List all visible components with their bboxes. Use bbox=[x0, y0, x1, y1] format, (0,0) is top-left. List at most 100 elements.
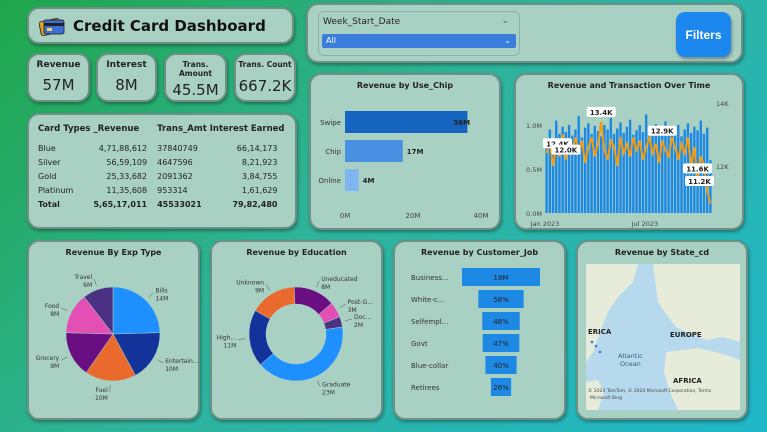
tick-label: 1.0M bbox=[526, 122, 542, 130]
data-label: 13.4K bbox=[590, 109, 613, 117]
map-label: AFRICA bbox=[673, 377, 702, 385]
kpi-trans-count: Trans. Count 667.2K bbox=[234, 53, 296, 102]
table-cell: 66,14,173 bbox=[236, 144, 278, 153]
state-map[interactable]: ERICA EUROPE Atlantic Ocean AFRICA © 202… bbox=[578, 242, 746, 418]
slice-label: High... bbox=[217, 334, 237, 341]
table-cell: Gold bbox=[38, 172, 57, 181]
slice-label: Doc... bbox=[354, 314, 371, 321]
table-cell: Platinum bbox=[38, 186, 74, 195]
leader-line bbox=[93, 279, 97, 286]
data-label: 58% bbox=[493, 296, 509, 304]
bar bbox=[619, 122, 622, 213]
category-label: Blue-collar bbox=[411, 362, 448, 370]
category-label: White-c... bbox=[411, 296, 444, 304]
kpi-trans-amount: Trans. Amount 45.5M bbox=[164, 53, 227, 102]
slice-value: 10M bbox=[165, 366, 178, 373]
title-card: Credit Card Dashboard bbox=[27, 7, 294, 44]
kpi-value: 667.2K bbox=[238, 77, 292, 95]
filters-button[interactable]: Filters bbox=[676, 12, 731, 57]
bar bbox=[638, 125, 641, 213]
data-label: 17M bbox=[407, 148, 424, 156]
category-label: Business... bbox=[411, 274, 449, 282]
data-label: 40% bbox=[493, 362, 509, 370]
bar bbox=[345, 140, 403, 162]
dashboard: Credit Card Dashboard Revenue 57M Intere… bbox=[0, 0, 767, 432]
use-chip-chart: Swipe 36M Chip 17M Online 4M 0M 20M 40M bbox=[318, 111, 488, 220]
column-header[interactable]: Trans_Amt bbox=[157, 124, 210, 144]
tick-label: 12K bbox=[716, 163, 729, 171]
data-table: Card Types _Revenue Trans_Amt Interest E… bbox=[38, 124, 287, 214]
table-cell: 4647596 bbox=[157, 158, 193, 167]
data-label: 36M bbox=[453, 119, 470, 127]
slice bbox=[248, 310, 274, 366]
bar bbox=[599, 136, 603, 213]
data-label: 26% bbox=[493, 384, 509, 392]
slicer-dropdown[interactable]: All ⌄ bbox=[322, 34, 516, 48]
table-cell: 25,33,682 bbox=[106, 172, 148, 181]
slice-label: Post-G... bbox=[348, 299, 373, 306]
table-cell: 45533021 bbox=[157, 200, 202, 209]
time-chart-card: Revenue and Transaction Over Time 1.0M 0.… bbox=[514, 73, 744, 230]
card-type-table: Card Types _Revenue Trans_Amt Interest E… bbox=[27, 113, 297, 229]
bar bbox=[616, 128, 619, 213]
leader-line bbox=[61, 356, 68, 361]
column-header[interactable]: Card Types bbox=[38, 124, 93, 144]
table-cell: 4,71,88,612 bbox=[98, 144, 148, 153]
table-row: Gold 25,33,682 2091362 3,84,755 bbox=[38, 172, 287, 186]
slicer-label: Week_Start_Date bbox=[323, 17, 401, 27]
slice-value: 10M bbox=[95, 395, 108, 402]
kpi-label: Interest bbox=[106, 60, 147, 70]
column-header[interactable]: _Revenue bbox=[93, 124, 157, 144]
table-total-row: Total 5,65,17,011 45533021 79,82,480 bbox=[38, 200, 287, 214]
slice-value: 6M bbox=[83, 282, 92, 289]
data-label: 11.2K bbox=[688, 178, 711, 186]
bar bbox=[641, 132, 645, 213]
bar bbox=[625, 126, 629, 213]
bar bbox=[651, 127, 654, 213]
table-cell: 2091362 bbox=[157, 172, 193, 181]
leader-line bbox=[339, 303, 346, 308]
map-label: Ocean bbox=[620, 360, 641, 368]
slice-label: Entertain... bbox=[165, 358, 198, 365]
kpi-label: Trans. Amount bbox=[178, 60, 213, 78]
kpi-label: Trans. Count bbox=[238, 60, 292, 69]
table-cell: 5,65,17,011 bbox=[93, 200, 148, 209]
bar bbox=[644, 114, 648, 213]
education-donut: Unknown9MUneducated8MPost-G...3MDoc...2M… bbox=[217, 276, 373, 397]
tick-label: 14K bbox=[716, 100, 729, 108]
table-header-row: Card Types _Revenue Trans_Amt Interest E… bbox=[38, 124, 287, 144]
revenue-transaction-chart: 1.0M 0.5M 0.0M 14K 12K Jan 2023 Jul 2023 13.4K 1… bbox=[526, 100, 729, 228]
map-attribution: © 2024 TomTom, © 2024 Microsoft Corporat… bbox=[588, 387, 712, 394]
chevron-down-icon[interactable]: ⌄ bbox=[501, 16, 509, 26]
slice-value: 14M bbox=[155, 295, 168, 302]
tick-label: 20M bbox=[406, 212, 421, 220]
slice-label: Grocery bbox=[36, 355, 60, 362]
bar bbox=[567, 125, 571, 213]
map-label: Atlantic bbox=[618, 352, 643, 360]
slice-label: Uneducated bbox=[321, 276, 358, 283]
table-cell: 953314 bbox=[157, 186, 188, 195]
category-label: Govt bbox=[411, 340, 428, 348]
kpi-value: 57M bbox=[42, 76, 75, 94]
education-chart-card: Revenue by Education Unknown 9M Uneducated… bbox=[210, 240, 383, 420]
tick-label: 0M bbox=[340, 212, 351, 220]
kpi-interest: Interest 8M bbox=[96, 53, 157, 102]
table-row: Silver 56,59,109 4647596 8,21,923 bbox=[38, 158, 287, 172]
kpi-label: Revenue bbox=[36, 60, 81, 70]
tick-label: 0.0M bbox=[526, 210, 542, 218]
state-map-card: Revenue by State_cd ERICA EUROPE Atlanti… bbox=[576, 240, 748, 420]
slice-value: 9M bbox=[255, 287, 264, 294]
data-label: 12.9K bbox=[651, 128, 674, 136]
kpi-revenue: Revenue 57M bbox=[27, 53, 90, 102]
data-label: 18M bbox=[494, 274, 509, 282]
map-brand: Microsoft Bing bbox=[590, 395, 622, 401]
map-label: ERICA bbox=[588, 328, 612, 336]
kpi-value: 45.5M bbox=[172, 81, 219, 99]
data-label: 48% bbox=[493, 318, 509, 326]
slice bbox=[112, 286, 161, 335]
bar bbox=[677, 125, 680, 213]
category-label: Swipe bbox=[320, 119, 341, 127]
slice-label: Unknown bbox=[236, 279, 264, 286]
column-header[interactable]: Interest Earned bbox=[210, 124, 288, 144]
category-label: Retirees bbox=[411, 384, 440, 392]
